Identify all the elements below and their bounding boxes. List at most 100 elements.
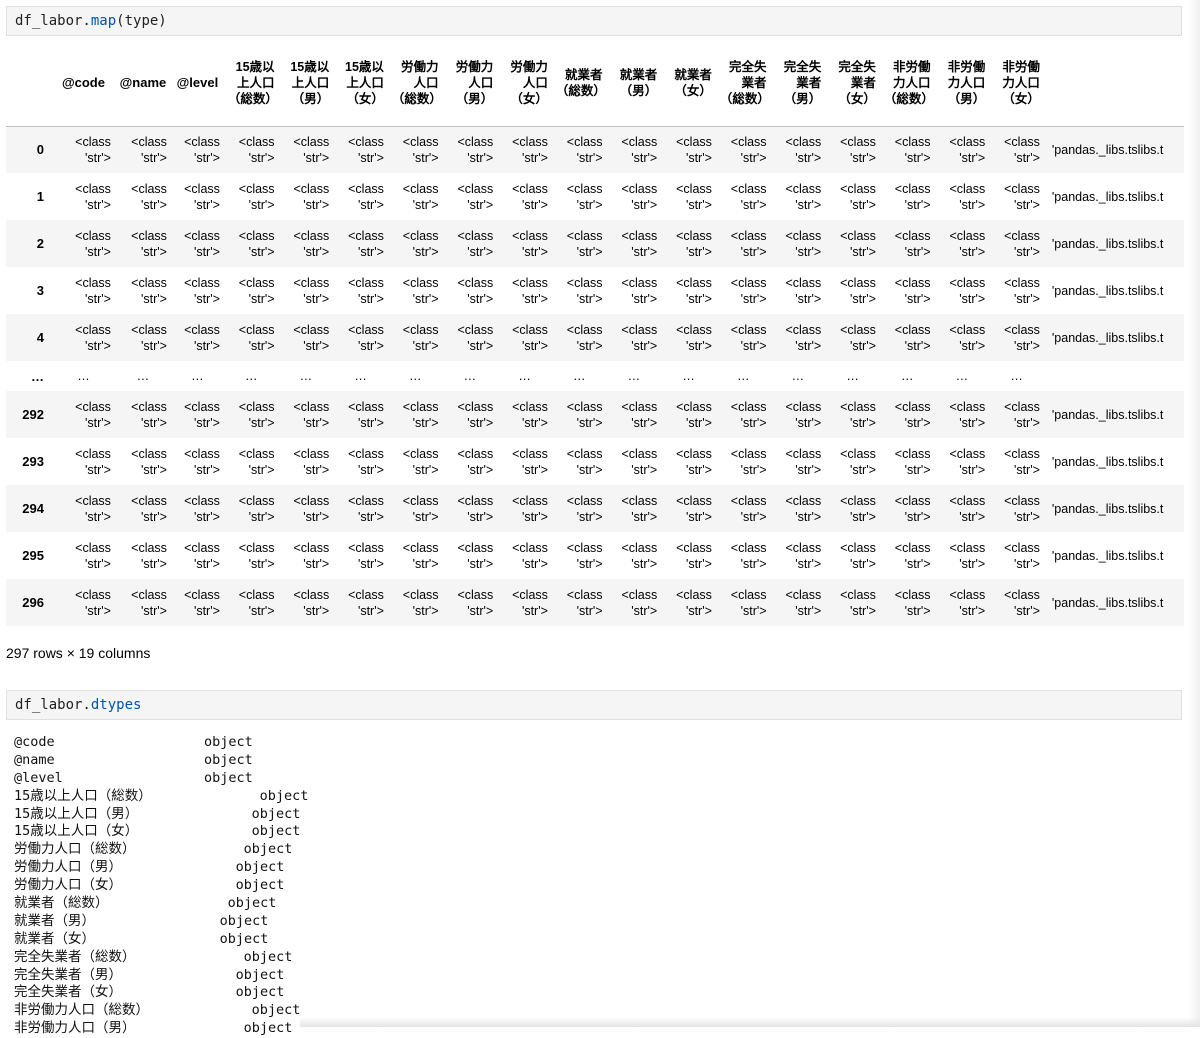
table-cell: <class 'str'> (949, 399, 986, 430)
table-cell: <class 'str'> (293, 399, 330, 430)
table-cell: <class 'str'> (1004, 134, 1040, 165)
table-cell: <class 'str'> (621, 275, 658, 306)
table-cell: <class 'str'> (894, 275, 931, 306)
dtype-row: 就業者（総数） object (14, 895, 276, 913)
table-cell: <class 'str'> (512, 399, 548, 430)
dtype-value: object (204, 734, 253, 750)
table-cell: <class 'str'> (894, 228, 931, 259)
ellipsis-cell: … (682, 369, 695, 383)
table-cell: <class 'str'> (457, 399, 494, 430)
table-cell: <class 'str'> (131, 493, 167, 524)
column-header: 15歳以上人口（女） (333, 40, 388, 127)
dtype-row: @level object (14, 770, 253, 788)
table-cell: <class 'str'> (402, 446, 439, 477)
table-cell: <class 'str'> (457, 540, 494, 571)
code-cell-dtypes[interactable]: df_labor.dtypes (6, 690, 1182, 720)
table-cell: <class 'str'> (949, 181, 986, 212)
table-cell: <class 'str'> (348, 322, 384, 353)
code-attr-dtypes: dtypes (90, 697, 142, 713)
dtype-value: object (204, 751, 253, 768)
table-cell: <class 'str'> (1004, 181, 1040, 212)
table-cell: <class 'str'> (566, 587, 603, 618)
table-cell: <class 'str'> (1004, 493, 1040, 524)
dtype-row: 完全失業者（女） object (14, 984, 284, 1002)
column-header: 非労働力人口（男） (934, 40, 990, 127)
table-cell: <class 'str'> (512, 493, 548, 524)
table-cell: <class 'str'> (131, 399, 167, 430)
dtype-column-name: 就業者（男） (14, 912, 95, 929)
dtype-column-name: 完全失業者（女） (14, 984, 122, 1001)
dtype-row: 15歳以上人口（男） object (14, 806, 300, 824)
table-cell: <class 'str'> (1004, 399, 1040, 430)
header-row: @code @name @level 15歳以上人口（総数） 15歳以上人口（男） 15歳… (6, 40, 1184, 127)
table-cell: <class 'str'> (512, 275, 548, 306)
table-cell: <class 'str'> (75, 446, 111, 477)
dtypes-output: @code object @name object @level object 15歳以上人… (14, 734, 308, 1038)
table-cell: <class 'str'> (184, 446, 220, 477)
table-cell: <class 'str'> (348, 446, 384, 477)
table-cell-truncated: 'pandas._libs.tslibs.t (1051, 501, 1164, 516)
table-cell: <class 'str'> (75, 587, 111, 618)
ellipsis-cell: … (572, 369, 586, 383)
table-cell: <class 'str'> (184, 228, 220, 259)
table-cell: <class 'str'> (676, 446, 712, 477)
scrollbar-track[interactable] (1188, 0, 1200, 1027)
table-cell: <class 'str'> (348, 587, 384, 618)
table-cell: <class 'str'> (131, 181, 167, 212)
row-index: 2 (36, 236, 44, 251)
column-header: 就業者（女） (661, 40, 716, 127)
table-cell: <class 'str'> (1004, 540, 1040, 571)
table-cell: <class 'str'> (676, 587, 712, 618)
code-prefix: df_labor. (15, 697, 91, 713)
table-cell: <class 'str'> (785, 181, 822, 212)
code-method-map: map (90, 13, 117, 29)
table-cell: <class 'str'> (730, 540, 767, 571)
table-cell: <class 'str'> (293, 228, 330, 259)
ellipsis-cell: … (900, 369, 914, 383)
dtype-row: @code object (14, 734, 253, 752)
table-cell: <class 'str'> (621, 587, 658, 618)
table-cell: <class 'str'> (894, 134, 931, 165)
table-cell: <class 'str'> (730, 134, 767, 165)
table-cell: <class 'str'> (293, 322, 330, 353)
table-cell: <class 'str'> (730, 446, 767, 477)
table-cell: <class 'str'> (512, 446, 548, 477)
dtype-value: object (227, 895, 277, 912)
table-cell: <class 'str'> (457, 275, 494, 306)
table-cell: <class 'str'> (184, 587, 220, 618)
table-cell: <class 'str'> (402, 587, 439, 618)
dtype-value: object (243, 948, 293, 965)
code-cell-map-type[interactable]: df_labor.map(type) (6, 6, 1182, 36)
column-header: 15歳以上人口（男） (278, 40, 334, 127)
table-cell: <class 'str'> (238, 275, 275, 306)
ellipsis-cell: … (791, 369, 805, 383)
table-cell: <class 'str'> (785, 587, 822, 618)
table-cell: <class 'str'> (75, 322, 111, 353)
table-cell: <class 'str'> (238, 493, 275, 524)
dtype-row: 非労働力人口（総数） object (14, 1002, 300, 1020)
table-row: 294 <class 'str'> <class 'str'> <class 'str… (6, 485, 1184, 532)
table-cell: <class 'str'> (457, 228, 494, 259)
column-header: 完全失業者（男） (770, 40, 826, 127)
table-cell: <class 'str'> (566, 134, 603, 165)
dtype-value: object (243, 841, 293, 858)
table-cell: <class 'str'> (566, 181, 603, 212)
dtype-column-name: 15歳以上人口（女） (14, 823, 139, 840)
table-cell: <class 'str'> (676, 134, 712, 165)
column-header: @code (51, 40, 115, 127)
table-cell: <class 'str'> (402, 228, 439, 259)
column-header: 非労働力人口（女） (989, 40, 1044, 127)
table-cell: <class 'str'> (348, 181, 384, 212)
table-cell: <class 'str'> (238, 134, 275, 165)
ellipsis-cell: … (627, 369, 641, 383)
table-cell: <class 'str'> (457, 181, 494, 212)
table-cell-truncated: 'pandas._libs.tslibs.t (1051, 330, 1164, 345)
table-cell: <class 'str'> (785, 228, 822, 259)
table-cell: <class 'str'> (785, 493, 822, 524)
row-index: 3 (36, 283, 44, 298)
dtype-column-name: 就業者（総数） (14, 895, 109, 912)
dtype-column-name: 労働力人口（女） (14, 877, 122, 894)
dtype-row: 就業者（男） object (14, 912, 268, 931)
ellipsis-cell: … (191, 369, 204, 383)
table-cell: <class 'str'> (621, 181, 658, 212)
